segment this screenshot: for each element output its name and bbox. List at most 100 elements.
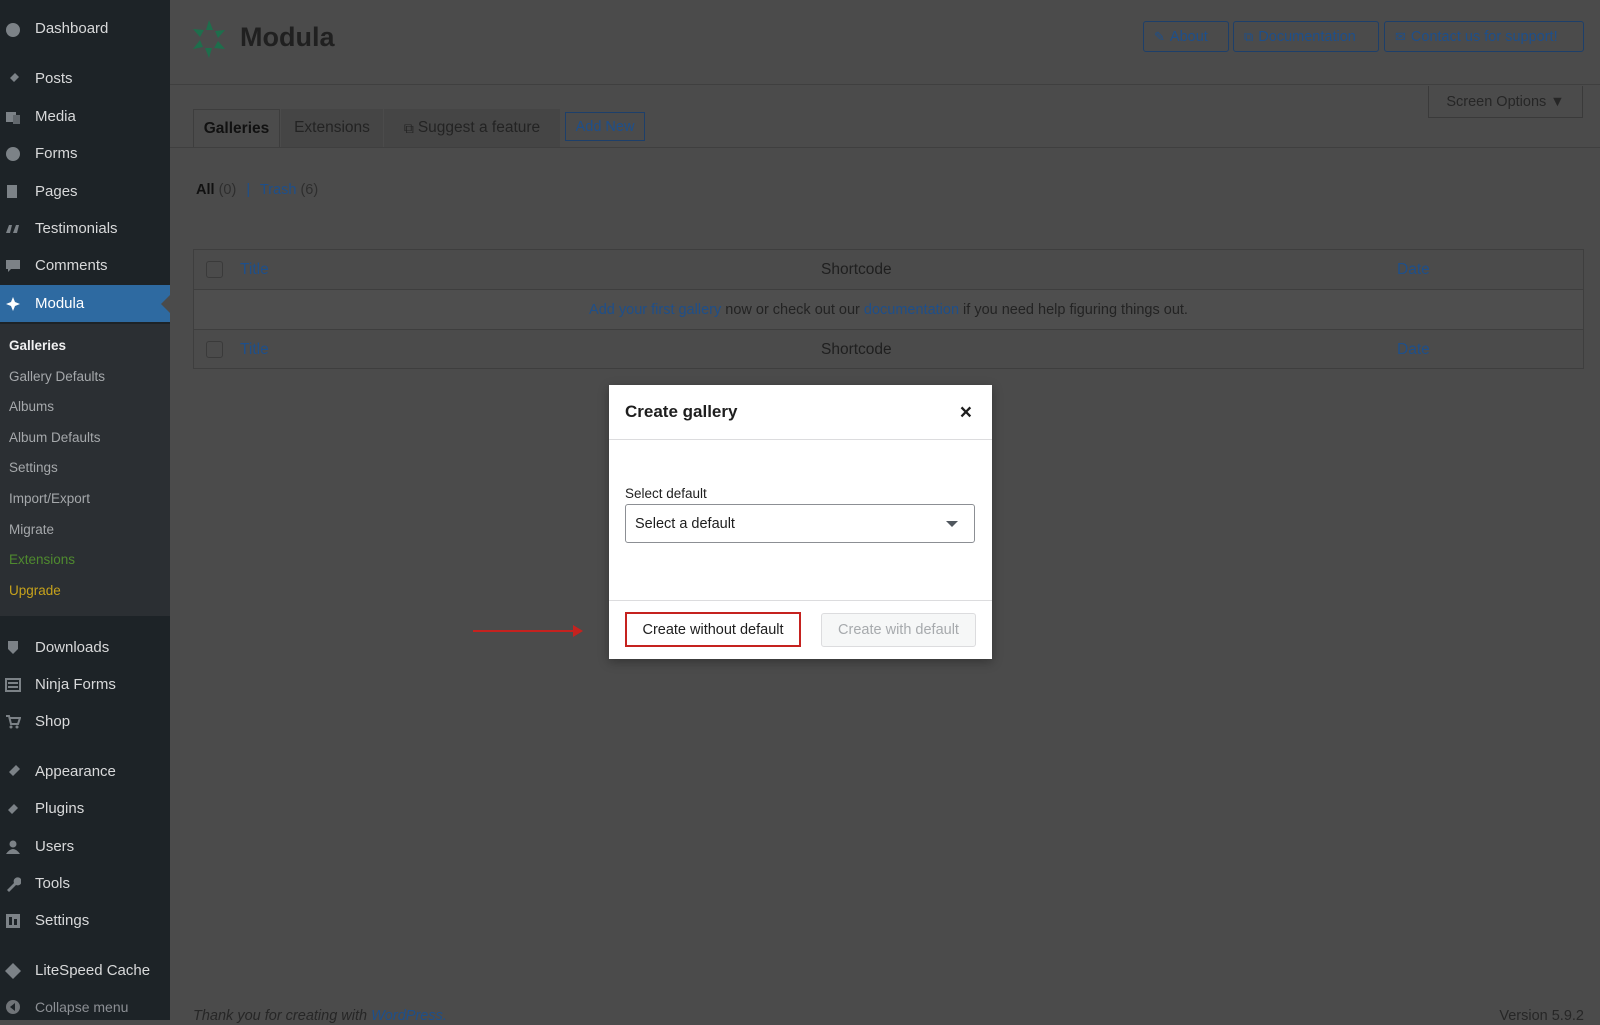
menu-forms[interactable]: Forms: [0, 135, 170, 172]
menu-label: Dashboard: [35, 20, 109, 37]
about-label: About: [1169, 28, 1208, 45]
menu-label: Media: [35, 108, 76, 125]
galleries-table: Title Shortcode Date Add your first gall…: [193, 249, 1584, 369]
modal-header-divider: [609, 439, 992, 440]
wrench-icon: [7, 876, 21, 892]
table-footer-row: Title Shortcode Date: [194, 330, 1583, 369]
footer-thanks-text: Thank you for creating with: [193, 1008, 368, 1024]
select-default-value: Select a default: [635, 515, 735, 532]
menu-tools[interactable]: Tools: [0, 865, 170, 902]
menu-label: Forms: [35, 145, 78, 162]
menu-label: Ninja Forms: [35, 676, 116, 693]
filter-trash[interactable]: Trash: [260, 182, 297, 198]
user-icon: [6, 840, 20, 854]
external-link-icon: ⧉: [403, 119, 414, 136]
admin-sidebar: Dashboard Posts Media Forms Pages Testim…: [0, 0, 170, 1020]
tab-galleries[interactable]: Galleries: [193, 109, 280, 147]
create-with-default-button[interactable]: Create with default: [821, 613, 976, 647]
menu-label: Downloads: [35, 639, 110, 656]
menu-shop[interactable]: Shop: [0, 703, 170, 740]
edit-icon: ✎: [1154, 28, 1165, 44]
litespeed-icon: [5, 962, 21, 979]
filter-all[interactable]: All: [196, 182, 215, 198]
add-first-gallery-link[interactable]: Add your first gallery: [589, 302, 721, 318]
menu-testimonials[interactable]: Testimonials: [0, 210, 170, 247]
wordpress-link[interactable]: WordPress.: [371, 1008, 447, 1024]
menu-label: Posts: [35, 70, 73, 87]
documentation-link[interactable]: documentation: [864, 302, 959, 318]
select-default-label: Select default: [625, 486, 707, 501]
menu-label: LiteSpeed Cache: [35, 962, 151, 979]
column-title-footer[interactable]: Title: [240, 341, 269, 359]
forms-icon: [6, 146, 20, 161]
submenu-settings[interactable]: Settings: [9, 460, 58, 475]
modula-submenu: Galleries Gallery Defaults Albums Album …: [0, 324, 170, 616]
modal-title: Create gallery: [625, 402, 738, 421]
modula-icon: [6, 296, 20, 311]
pin-icon: [7, 72, 19, 86]
menu-label: Pages: [35, 183, 78, 200]
menu-downloads[interactable]: Downloads: [0, 629, 170, 666]
menu-dashboard[interactable]: Dashboard: [0, 10, 170, 47]
menu-collapse[interactable]: Collapse menu: [0, 988, 170, 1025]
create-without-default-button[interactable]: Create without default: [625, 612, 801, 647]
media-icon: [6, 111, 20, 124]
submenu-galleries[interactable]: Galleries: [9, 338, 66, 353]
screen-options-button[interactable]: Screen Options ▼: [1428, 86, 1583, 118]
menu-label: Comments: [35, 257, 108, 274]
documentation-button[interactable]: ⧉ Documentation: [1233, 21, 1379, 52]
download-icon: [8, 640, 18, 654]
column-date-footer[interactable]: Date: [1397, 341, 1430, 359]
menu-litespeed-cache[interactable]: LiteSpeed Cache: [0, 952, 170, 989]
contact-support-label: Contact us for support!: [1410, 28, 1558, 45]
add-new-button[interactable]: Add New: [565, 112, 645, 141]
contact-support-button[interactable]: ✉ Contact us for support!: [1384, 21, 1584, 52]
menu-media[interactable]: Media: [0, 98, 170, 135]
column-shortcode-footer: Shortcode: [821, 340, 892, 358]
menu-modula[interactable]: Modula: [0, 285, 170, 322]
tab-suggest-feature[interactable]: ⧉ Suggest a feature: [384, 109, 560, 147]
menu-posts[interactable]: Posts: [0, 60, 170, 97]
close-icon[interactable]: ×: [960, 402, 972, 423]
about-button[interactable]: ✎ About: [1143, 21, 1229, 52]
menu-pages[interactable]: Pages: [0, 173, 170, 210]
submenu-albums[interactable]: Albums: [9, 399, 54, 414]
menu-comments[interactable]: Comments: [0, 247, 170, 284]
submenu-gallery-defaults[interactable]: Gallery Defaults: [9, 369, 105, 384]
menu-settings[interactable]: Settings: [0, 902, 170, 939]
menu-ninja-forms[interactable]: Ninja Forms: [0, 666, 170, 703]
menu-label: Plugins: [35, 800, 85, 817]
documentation-label: Documentation: [1258, 28, 1356, 45]
footer-version: Version 5.9.2: [1499, 1008, 1584, 1024]
menu-appearance[interactable]: Appearance: [0, 753, 170, 790]
select-all-checkbox[interactable]: [206, 261, 223, 278]
table-header-row: Title Shortcode Date: [194, 250, 1583, 289]
footer-thanks: Thank you for creating with WordPress.: [193, 1008, 447, 1024]
menu-label: Testimonials: [35, 220, 118, 237]
submenu-import-export[interactable]: Import/Export: [9, 491, 90, 506]
quote-icon: [6, 224, 19, 233]
chevron-down-icon: [946, 521, 958, 527]
tab-suggest-label: Suggest a feature: [417, 119, 541, 136]
select-all-checkbox-footer[interactable]: [206, 341, 223, 358]
mail-icon: ✉: [1395, 28, 1406, 44]
submenu-extensions[interactable]: Extensions: [9, 552, 75, 567]
menu-users[interactable]: Users: [0, 828, 170, 865]
external-link-icon: ⧉: [1244, 28, 1254, 44]
empty-text-2: if you need help figuring things out.: [963, 301, 1188, 318]
menu-plugins[interactable]: Plugins: [0, 790, 170, 827]
column-title-header[interactable]: Title: [240, 261, 269, 279]
submenu-upgrade[interactable]: Upgrade: [9, 583, 61, 598]
annotation-arrow: [473, 625, 583, 637]
menu-label: Shop: [35, 713, 71, 730]
submenu-migrate[interactable]: Migrate: [9, 522, 54, 537]
create-gallery-modal: Create gallery × Select default Select a…: [609, 385, 992, 659]
brush-icon: [7, 764, 20, 778]
tab-extensions[interactable]: Extensions: [281, 109, 383, 147]
submenu-album-defaults[interactable]: Album Defaults: [9, 430, 101, 445]
tab-divider: [170, 147, 1600, 148]
dashboard-icon: [6, 22, 20, 37]
select-default-dropdown[interactable]: Select a default: [625, 504, 975, 543]
column-date-header[interactable]: Date: [1397, 261, 1430, 279]
menu-label: Users: [35, 838, 75, 855]
